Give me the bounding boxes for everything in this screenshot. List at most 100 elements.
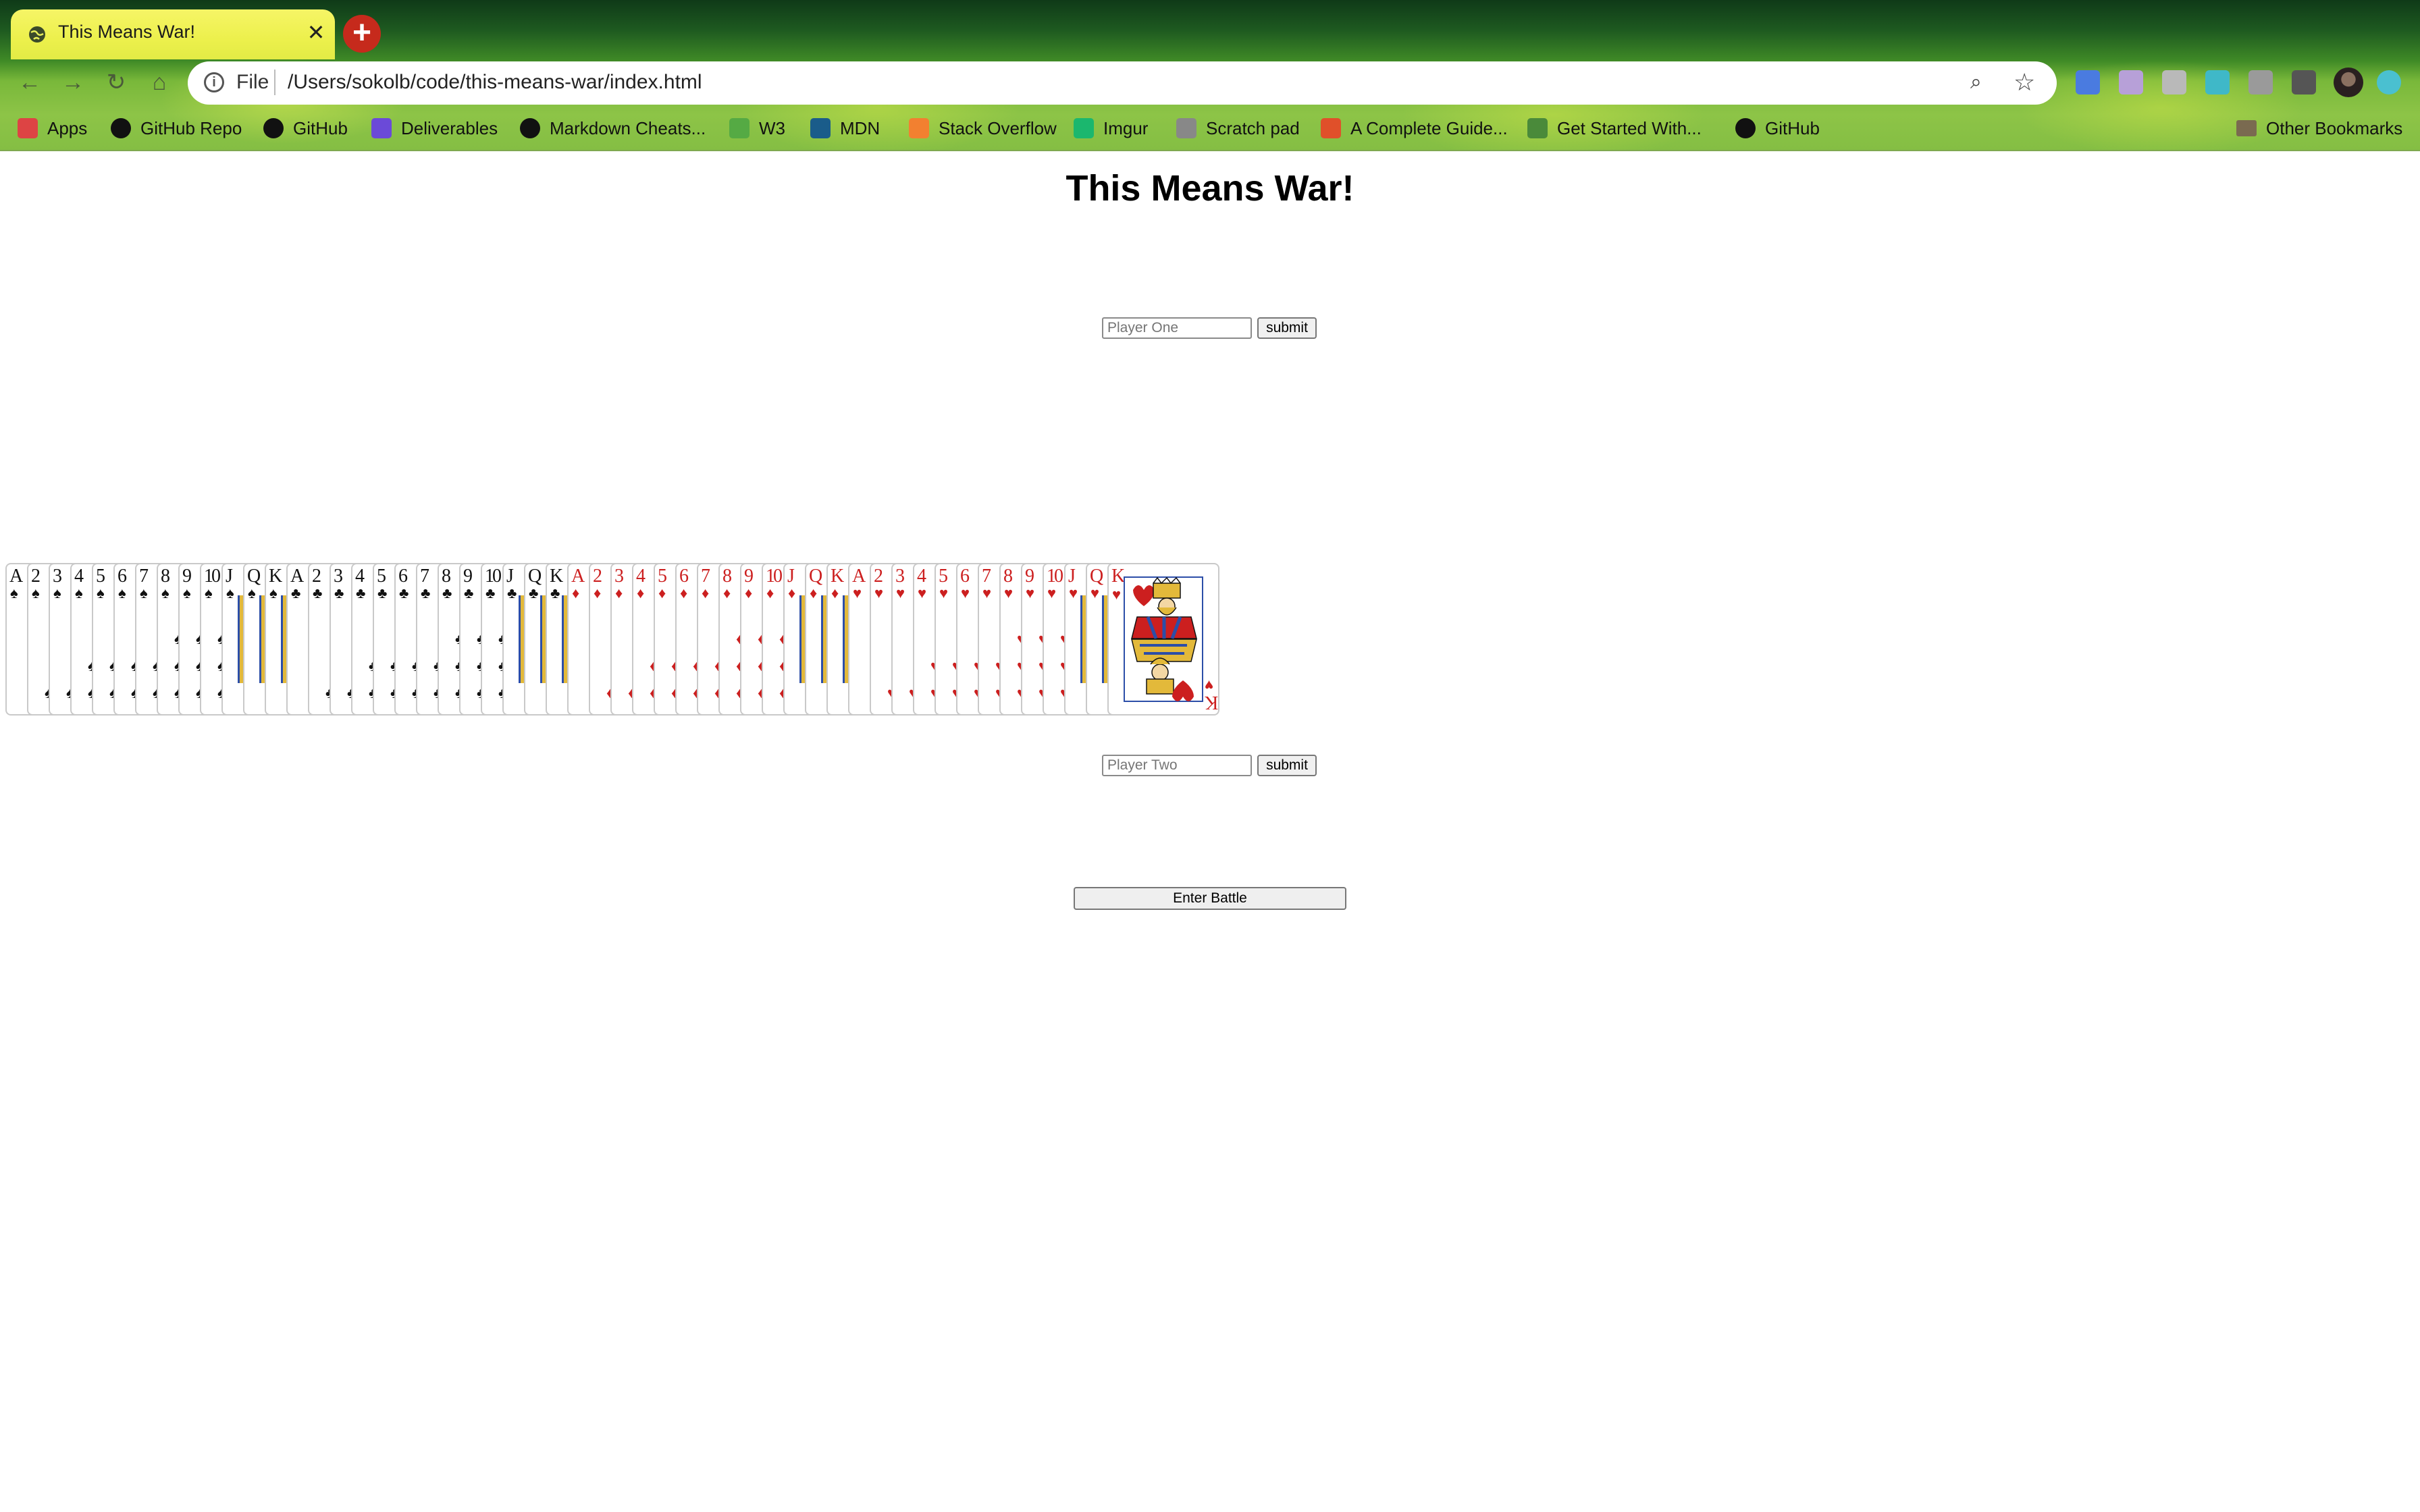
new-tab-button[interactable]: + <box>343 15 381 53</box>
card-deck: A♠2♠♠3♠♠4♠♠♠5♠♠♠6♠♠♠7♠♠♠8♠♠♠♠9♠♠♠♠10♠♠♠♠… <box>5 563 1221 718</box>
card-rank: Q <box>1090 566 1103 587</box>
zoom-icon[interactable]: ⌕ <box>1970 71 1982 94</box>
card-suit: ♣ <box>313 585 323 601</box>
enter-battle-button[interactable]: Enter Battle <box>1074 887 1346 910</box>
card-suit: ♣ <box>507 585 517 601</box>
address-url[interactable]: /Users/sokolb/code/this-means-war/index.… <box>288 71 702 94</box>
home-icon[interactable]: ⌂ <box>143 66 176 99</box>
bookmarks-bar: Apps GitHub Repo GitHub Deliverables Markdow… <box>0 108 2420 147</box>
extension-icon-5[interactable] <box>2248 70 2273 94</box>
card-rank: 4 <box>355 566 365 587</box>
address-bar[interactable]: i File /Users/sokolb/code/this-means-war… <box>188 61 2057 105</box>
back-arrow-icon[interactable]: ← <box>14 66 46 99</box>
card-suit: ♦ <box>831 585 839 601</box>
imgur-icon <box>1074 118 1094 138</box>
reload-icon[interactable]: ↻ <box>100 66 132 99</box>
card-suit: ♦ <box>658 585 666 601</box>
bookmark-item[interactable]: GitHub <box>263 116 348 140</box>
card-rank: 8 <box>1003 566 1013 587</box>
card-rank: A <box>571 566 585 587</box>
update-icon[interactable] <box>2377 70 2401 94</box>
card-rank: 3 <box>614 566 624 587</box>
sync-extension-icon[interactable] <box>2205 70 2230 94</box>
bookmark-label: MDN <box>840 117 880 138</box>
top-card-king-of-hearts[interactable]: K ♥ ♥ K <box>1107 563 1219 716</box>
extension-icon-3[interactable] <box>2162 70 2186 94</box>
card-suit: ♥ <box>961 585 970 601</box>
bookmark-item[interactable]: Apps <box>18 116 87 140</box>
card-rank: 6 <box>679 566 689 587</box>
site-info-icon[interactable]: i <box>204 72 224 92</box>
puzzle-extension-icon[interactable] <box>2292 70 2316 94</box>
card-suit: ♣ <box>442 585 452 601</box>
card-rank: K <box>831 566 844 587</box>
card-suit: ♣ <box>356 585 366 601</box>
bookmark-label: GitHub <box>293 117 348 138</box>
bookmark-item[interactable]: Get Started With... <box>1527 116 1702 140</box>
card-suit: ♦ <box>637 585 645 601</box>
card-suit: ♥ <box>1026 585 1035 601</box>
card-suit: ♥ <box>939 585 949 601</box>
card-rank: 5 <box>939 566 948 587</box>
card-suit: ♠ <box>75 585 83 601</box>
top-card-suit: ♥ <box>1112 586 1122 603</box>
globe-icon <box>1176 118 1196 138</box>
card-rank: 9 <box>744 566 754 587</box>
card-rank: 6 <box>960 566 970 587</box>
card-suit: ♦ <box>766 585 774 601</box>
card-rank: Q <box>528 566 542 587</box>
forward-arrow-icon[interactable]: → <box>57 66 89 99</box>
mdn-icon <box>810 118 831 138</box>
bookmark-item[interactable]: W3 <box>729 116 785 140</box>
card-rank: 7 <box>701 566 710 587</box>
card-rank: 10 <box>766 566 783 587</box>
other-bookmarks[interactable]: Other Bookmarks <box>2236 116 2402 140</box>
card-rank: A <box>290 566 304 587</box>
card-rank: J <box>226 566 233 587</box>
bookmark-item[interactable]: Imgur <box>1074 116 1148 140</box>
card-rank: 7 <box>420 566 429 587</box>
player-two-input[interactable] <box>1102 755 1252 776</box>
profile-avatar[interactable] <box>2334 68 2363 97</box>
card-rank: 2 <box>874 566 883 587</box>
card-suit: ♥ <box>874 585 884 601</box>
card-rank: J <box>1068 566 1076 587</box>
github-icon <box>263 118 284 138</box>
card-suit: ♦ <box>702 585 710 601</box>
bookmark-item[interactable]: Stack Overflow <box>909 116 1057 140</box>
bookmark-item[interactable]: GitHub <box>1735 116 1820 140</box>
card-suit: ♦ <box>680 585 688 601</box>
card-rank: 2 <box>312 566 321 587</box>
bookmark-label: Stack Overflow <box>939 117 1057 138</box>
browser-tab[interactable]: This Means War! ✕ <box>11 9 335 59</box>
close-tab-icon[interactable]: ✕ <box>302 19 330 46</box>
card-rank: 6 <box>398 566 408 587</box>
bookmark-item[interactable]: MDN <box>810 116 880 140</box>
card-suit: ♣ <box>421 585 431 601</box>
card-rank: 9 <box>463 566 473 587</box>
bookmark-item[interactable]: GitHub Repo <box>111 116 242 140</box>
card-rank: 9 <box>1025 566 1034 587</box>
card-suit: ♦ <box>788 585 796 601</box>
card-suit: ♣ <box>334 585 344 601</box>
player-two-submit-button[interactable]: submit <box>1257 755 1317 776</box>
bookmark-item[interactable]: Scratch pad <box>1176 116 1300 140</box>
extension-icon-2[interactable] <box>2119 70 2143 94</box>
bookmark-item[interactable]: Markdown Cheats... <box>520 116 706 140</box>
card-suit: ♥ <box>853 585 862 601</box>
card-suit: ♠ <box>226 585 234 601</box>
card-rank: 5 <box>658 566 667 587</box>
bookmark-label: Apps <box>47 117 88 138</box>
player-one-input[interactable] <box>1102 317 1252 339</box>
bookmark-star-icon[interactable]: ☆ <box>2014 68 2035 97</box>
bookmark-item[interactable]: Deliverables <box>371 116 498 140</box>
folder-icon <box>2236 120 2257 136</box>
bookmark-item[interactable]: A Complete Guide... <box>1321 116 1508 140</box>
translate-extension-icon[interactable] <box>2076 70 2100 94</box>
player-one-submit-button[interactable]: submit <box>1257 317 1317 339</box>
card-rank: 7 <box>139 566 149 587</box>
card-suit: ♠ <box>32 585 40 601</box>
card-rank: 4 <box>917 566 926 587</box>
apps-icon <box>18 118 38 138</box>
page-title: This Means War! <box>1066 168 1354 209</box>
